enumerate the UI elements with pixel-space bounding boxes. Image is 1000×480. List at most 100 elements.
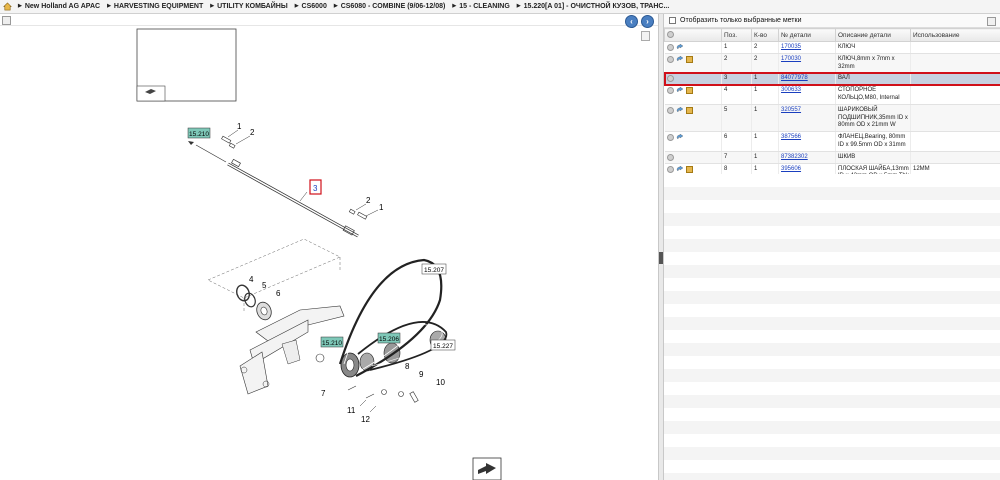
diagram-ref-label[interactable]: 15.210 <box>320 336 344 348</box>
detail-circle-icon[interactable] <box>666 87 674 95</box>
detail-circle-icon[interactable] <box>666 75 674 83</box>
breadcrumb-item[interactable]: New Holland AG APAC <box>18 3 100 10</box>
diagram-pane: ‹ › 15.210 15.207 15.210 15.206 15.227 1… <box>0 14 658 480</box>
row-icons-cell <box>664 104 722 133</box>
part-number-cell[interactable]: 387566 <box>778 131 836 152</box>
svg-text:15.210: 15.210 <box>189 131 209 138</box>
callout-number[interactable]: 12 <box>361 415 370 424</box>
replace-arrow-icon[interactable] <box>676 55 684 63</box>
package-box-icon[interactable] <box>685 87 693 95</box>
table-row[interactable]: 3 1 84077978 ВАЛ <box>663 71 1000 86</box>
package-box-icon[interactable] <box>685 55 693 63</box>
table-header-row: Поз. К-во № детали Описание детали Испол… <box>664 28 1000 42</box>
home-icon[interactable] <box>3 2 12 11</box>
callout-number[interactable]: 5 <box>262 281 267 290</box>
breadcrumb-item[interactable]: CS6080 - COMBINE (9/06-12/08) <box>334 3 446 10</box>
row-icons-cell <box>664 151 722 164</box>
detail-circle-icon[interactable] <box>666 165 674 173</box>
usage-cell <box>910 84 1000 105</box>
usage-cell <box>910 53 1000 74</box>
next-view-icon[interactable] <box>472 457 502 480</box>
callout-number[interactable]: 2 <box>250 128 255 137</box>
callout-number[interactable]: 1 <box>237 122 242 131</box>
replace-arrow-icon[interactable] <box>676 106 684 114</box>
breadcrumb-item-current: 15.220[A 01] - ОЧИСТНОЙ КУЗОВ, ТРАНС... <box>517 3 670 10</box>
part-number-link[interactable]: 395606 <box>781 166 801 172</box>
callout-number[interactable]: 2 <box>366 196 371 205</box>
header-usage[interactable]: Использование <box>910 28 1000 42</box>
breadcrumb-item[interactable]: UTILITY КОМБАЙНЫ <box>210 3 288 10</box>
row-icons-cell <box>664 53 722 74</box>
show-selected-label: Отобразить только выбранные метки <box>680 17 802 24</box>
detail-circle-icon[interactable] <box>666 106 674 114</box>
detail-circle-icon[interactable] <box>666 134 674 142</box>
diagram-ref-label[interactable]: 15.210 <box>187 127 211 139</box>
part-number-cell[interactable]: 87382302 <box>778 151 836 164</box>
replace-arrow-icon[interactable] <box>676 44 684 51</box>
callout-number[interactable]: 11 <box>347 406 356 415</box>
replace-arrow-icon[interactable] <box>676 87 684 94</box>
usage-cell <box>910 72 1000 86</box>
svg-text:15.227: 15.227 <box>433 343 453 350</box>
description-cell: ШКИВ <box>835 151 911 164</box>
filter-toggle-button[interactable] <box>987 17 996 26</box>
row-icons-cell <box>664 131 722 152</box>
table-row[interactable]: 7 1 87382302 ШКИВ <box>664 151 1000 164</box>
header-qty[interactable]: К-во <box>751 28 779 42</box>
replace-arrow-icon[interactable] <box>676 165 684 173</box>
breadcrumb-item[interactable]: 15 - CLEANING <box>452 3 510 10</box>
table-row[interactable]: 2 2 170030 КЛЮЧ,8mm x 7mm x 32mm <box>664 53 1000 74</box>
callout-number[interactable]: 1 <box>379 203 384 212</box>
replace-arrow-icon[interactable] <box>676 134 684 141</box>
callout-number[interactable]: 10 <box>436 378 445 387</box>
part-number-cell[interactable]: 170035 <box>778 41 836 54</box>
description-cell: ВАЛ <box>835 72 911 86</box>
callout-number[interactable]: 4 <box>249 275 254 284</box>
qty-cell: 1 <box>751 72 779 86</box>
callout-number[interactable]: 8 <box>405 362 410 371</box>
part-number-link[interactable]: 170030 <box>781 56 801 62</box>
part-number-link[interactable]: 300633 <box>781 87 801 93</box>
detail-circle-icon[interactable] <box>666 44 674 51</box>
breadcrumb-item[interactable]: HARVESTING EQUIPMENT <box>107 3 203 10</box>
pos-cell: 3 <box>721 72 752 86</box>
usage-cell <box>910 104 1000 133</box>
qty-cell: 1 <box>751 131 779 152</box>
header-icons[interactable] <box>664 28 722 42</box>
part-number-link[interactable]: 87382302 <box>781 154 808 160</box>
package-box-icon[interactable] <box>685 106 693 114</box>
part-number-link[interactable]: 387566 <box>781 134 801 140</box>
detail-circle-icon[interactable] <box>666 153 674 161</box>
part-number-cell[interactable]: 170030 <box>778 53 836 74</box>
table-row[interactable]: 1 2 170035 КЛЮЧ <box>664 41 1000 54</box>
callout-number[interactable]: 6 <box>276 289 281 298</box>
package-box-icon[interactable] <box>685 165 693 173</box>
qty-cell: 1 <box>751 104 779 133</box>
part-number-cell[interactable]: 300633 <box>778 84 836 105</box>
part-number-link[interactable]: 170035 <box>781 44 801 50</box>
header-part-number[interactable]: № детали <box>778 28 836 42</box>
table-row[interactable]: 5 1 320557 ШАРИКОВЫЙ ПОДШИПНИК,35mm ID x 80… <box>664 104 1000 133</box>
show-selected-checkbox[interactable] <box>669 17 676 24</box>
header-description[interactable]: Описание детали <box>835 28 911 42</box>
diagram-ref-label[interactable]: 15.206 <box>377 332 401 344</box>
part-number-cell[interactable]: 84077978 <box>778 72 836 86</box>
part-number-cell[interactable]: 320557 <box>778 104 836 133</box>
callout-number[interactable]: 9 <box>419 370 424 379</box>
detail-circle-icon[interactable] <box>667 30 674 38</box>
header-pos[interactable]: Поз. <box>721 28 752 42</box>
breadcrumb-item[interactable]: CS6000 <box>295 3 327 10</box>
part-number-link[interactable]: 320557 <box>781 107 801 113</box>
diagram-ref-label[interactable]: 15.227 <box>430 339 456 351</box>
description-cell: ФЛАНЕЦ,Bearing, 80mm ID x 99.5mm OD x 31… <box>835 131 911 152</box>
callout-number[interactable]: 7 <box>321 389 326 398</box>
exploded-parts-diagram: 15.210 15.207 15.210 15.206 15.227 1 2 3… <box>136 28 502 480</box>
part-number-link[interactable]: 84077978 <box>781 75 808 81</box>
detail-circle-icon[interactable] <box>666 55 674 63</box>
callout-number-selected[interactable]: 3 <box>313 184 318 193</box>
diagram-ref-label[interactable]: 15.207 <box>421 263 447 275</box>
splitter-handle-icon[interactable] <box>659 252 663 264</box>
table-row[interactable]: 6 1 387566 ФЛАНЕЦ,Bearing, 80mm ID x 99.5mm… <box>664 131 1000 152</box>
qty-cell: 2 <box>751 53 779 74</box>
table-row[interactable]: 4 1 300633 СТОПОРНОЕ КОЛЬЦО,M80, Internal <box>664 84 1000 105</box>
